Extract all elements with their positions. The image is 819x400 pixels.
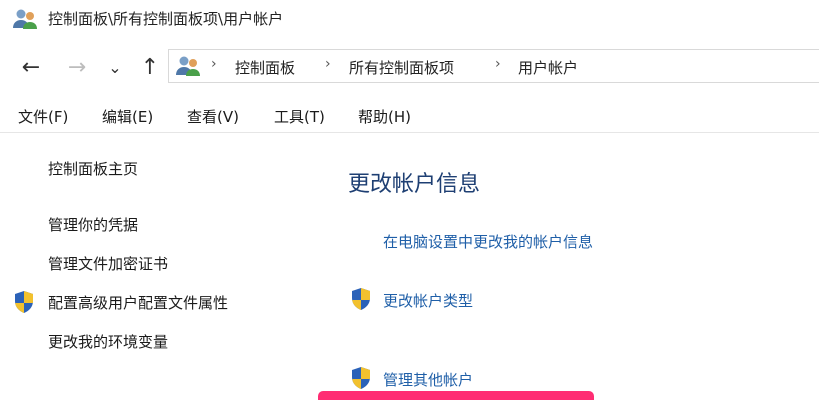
breadcrumb-separator[interactable]: › <box>495 56 501 72</box>
up-button[interactable]: ↑ <box>136 46 164 88</box>
breadcrumb-separator[interactable]: › <box>211 56 217 72</box>
users-icon <box>13 9 37 29</box>
uac-shield-icon <box>352 367 370 389</box>
leftnav-manage-encryption-certificates[interactable]: 管理文件加密证书 <box>48 253 168 274</box>
address-bar[interactable]: › 控制面板 › 所有控制面板项 › 用户帐户 <box>168 49 819 83</box>
menu-help[interactable]: 帮助(H) <box>358 106 411 127</box>
selection-highlight <box>318 391 594 400</box>
users-icon <box>176 56 200 76</box>
forward-button[interactable]: → <box>60 46 94 88</box>
window-title: 控制面板\所有控制面板项\用户帐户 <box>48 10 284 28</box>
leftnav-change-environment-variables[interactable]: 更改我的环境变量 <box>48 331 168 352</box>
uac-shield-icon <box>15 291 33 313</box>
menu-edit[interactable]: 编辑(E) <box>102 106 153 127</box>
link-change-account-in-pc-settings[interactable]: 在电脑设置中更改我的帐户信息 <box>383 231 593 252</box>
menu-view[interactable]: 查看(V) <box>187 106 239 127</box>
back-button[interactable]: ← <box>14 46 48 88</box>
link-manage-other-accounts[interactable]: 管理其他帐户 <box>383 369 473 390</box>
page-title: 更改帐户信息 <box>348 172 481 197</box>
recent-locations-button[interactable]: ⌄ <box>104 46 126 88</box>
leftnav-control-panel-home[interactable]: 控制面板主页 <box>48 158 138 179</box>
leftnav-manage-credentials[interactable]: 管理你的凭据 <box>48 214 138 235</box>
breadcrumb-separator[interactable]: › <box>325 56 331 72</box>
navigation-bar: ← → ⌄ ↑ › 控制面板 › 所有控制面板项 › 用户帐户 <box>0 46 819 88</box>
menu-tools[interactable]: 工具(T) <box>274 106 325 127</box>
link-change-account-type[interactable]: 更改帐户类型 <box>383 290 473 311</box>
uac-shield-icon <box>352 288 370 310</box>
breadcrumb-control-panel[interactable]: 控制面板 <box>235 57 295 78</box>
menu-bar: 文件(F) 编辑(E) 查看(V) 工具(T) 帮助(H) <box>0 98 819 133</box>
leftnav-advanced-user-profile-properties[interactable]: 配置高级用户配置文件属性 <box>48 292 228 313</box>
window-title-bar: 控制面板\所有控制面板项\用户帐户 <box>0 0 819 38</box>
breadcrumb-user-accounts[interactable]: 用户帐户 <box>518 57 578 78</box>
menu-file[interactable]: 文件(F) <box>18 106 68 127</box>
breadcrumb-all-control-panel-items[interactable]: 所有控制面板项 <box>349 57 454 78</box>
